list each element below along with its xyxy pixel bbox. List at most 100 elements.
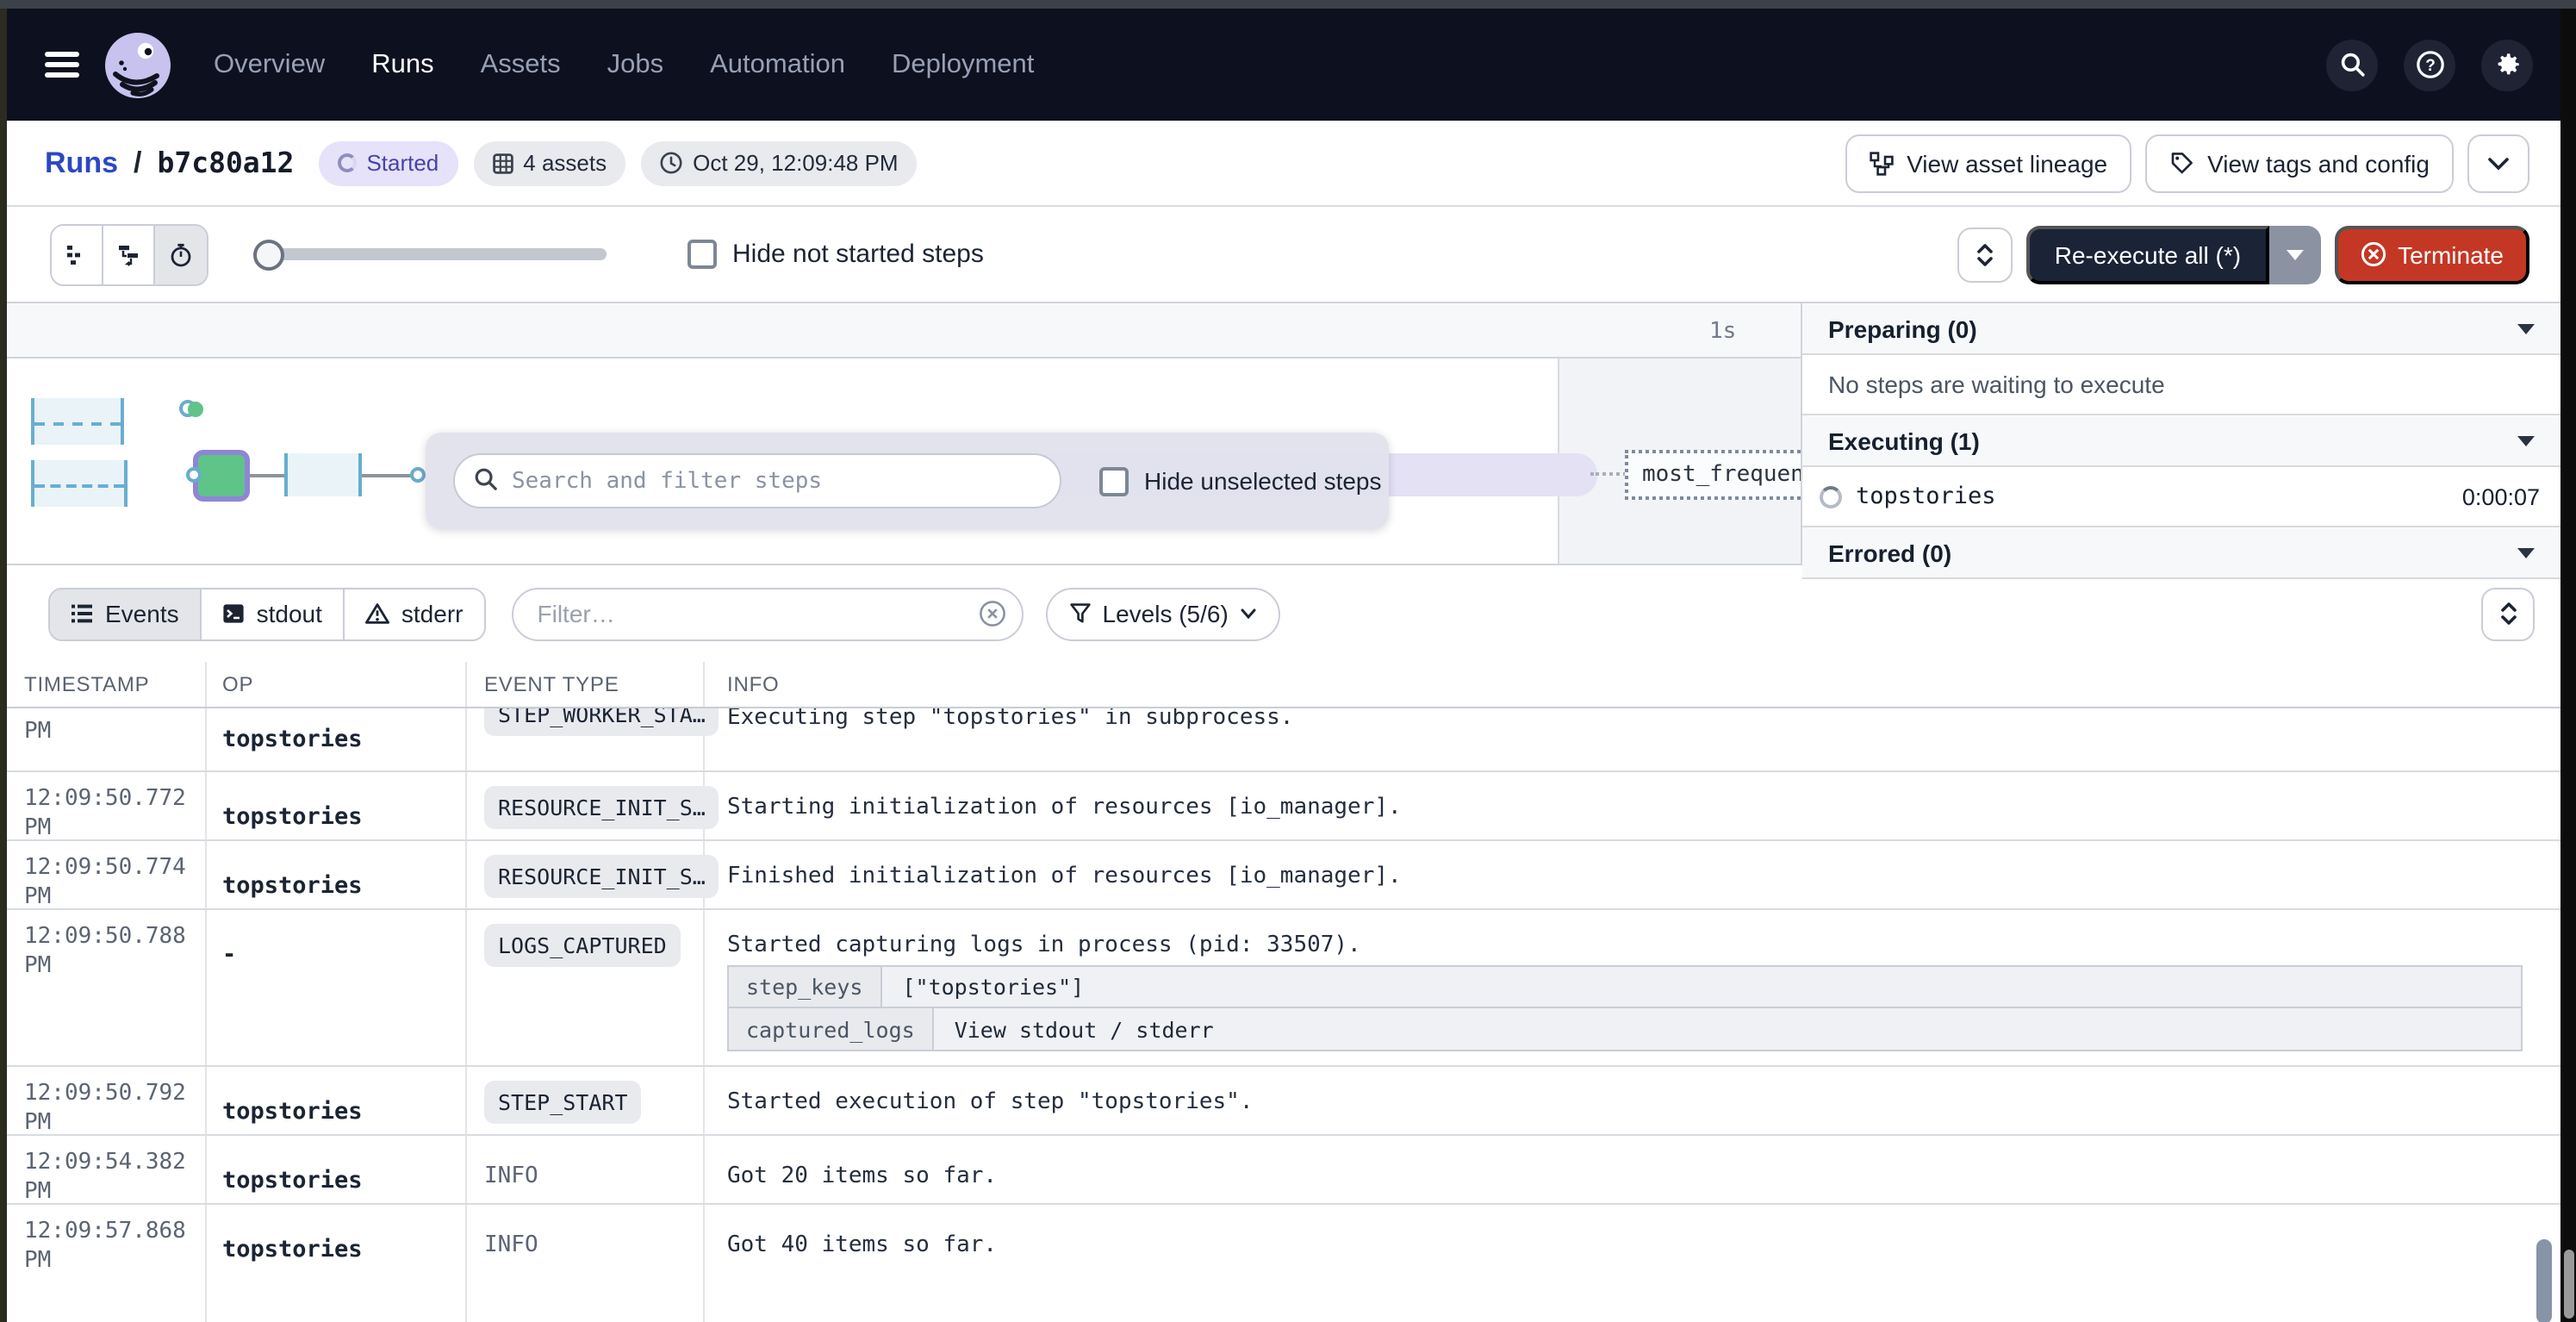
status-spinner-icon (337, 153, 356, 172)
status-badge: Started (318, 140, 457, 185)
settings-gear-icon[interactable] (2481, 39, 2533, 90)
waterfall-icon (116, 242, 140, 266)
event-type-badge: STEP_START (484, 1081, 642, 1124)
expand-log-button[interactable] (2481, 587, 2535, 640)
nav-item-runs[interactable]: Runs (371, 49, 433, 80)
executing-step-row[interactable]: topstories 0:00:07 (1802, 467, 2560, 527)
not-started-step-bar[interactable] (284, 453, 362, 496)
hide-unselected-checkbox[interactable] (1099, 466, 1129, 496)
dagster-logo-icon[interactable] (103, 30, 172, 99)
gantt-chart[interactable]: most_frequent Hide unselected steps (7, 359, 1801, 564)
step-dot-running[interactable] (188, 402, 203, 417)
event-list-icon (71, 603, 93, 624)
caret-down-icon (2286, 249, 2303, 259)
warning-triangle-icon (365, 603, 389, 624)
terminate-button[interactable]: Terminate (2334, 225, 2529, 284)
window-top-edge (0, 0, 2576, 9)
slider-handle[interactable] (253, 239, 284, 270)
reexecute-split-button: Re-execute all (*) (2027, 225, 2320, 284)
flat-view-button[interactable] (52, 225, 103, 284)
log-row[interactable]: 12:09:50.772 PM topstories RESOURCE_INIT… (7, 772, 2560, 841)
col-op: OP (222, 672, 253, 696)
section-preparing[interactable]: Preparing (0) (1802, 303, 2560, 355)
log-row[interactable]: 12:09:57.868 PM topstories INFO Got 40 i… (7, 1205, 2560, 1322)
event-type-badge: RESOURCE_INIT_S… (484, 855, 719, 898)
log-row[interactable]: 12:09:50.7 PM topstories STEP_WORKER_STA… (7, 708, 2560, 772)
preparing-empty-message: No steps are waiting to execute (1802, 355, 2560, 415)
desktop-edge-sliver (0, 9, 7, 1322)
breadcrumb: Runs / b7c80a12 (45, 146, 294, 180)
view-asset-lineage-button[interactable]: View asset lineage (1845, 134, 2131, 192)
hide-not-started-checkbox[interactable] (688, 240, 717, 269)
log-row[interactable]: 12:09:54.382 PM topstories INFO Got 20 i… (7, 1136, 2560, 1205)
chevron-down-icon (2517, 547, 2535, 558)
clear-filter-icon[interactable] (979, 599, 1006, 627)
log-row[interactable]: 12:09:50.774 PM topstories RESOURCE_INIT… (7, 841, 2560, 910)
view-tags-config-button[interactable]: View tags and config (2145, 134, 2454, 192)
gantt-toolbar: Hide not started steps Re-execute all (*… (7, 207, 2560, 303)
event-log-panel: Events stdout stderr Levels (5 (7, 564, 2560, 1322)
metadata-row: step_keys ["topstories"] (729, 967, 2521, 1008)
log-table-header: TIMESTAMP OP EVENT TYPE INFO (7, 662, 2560, 708)
nav-item-deployment[interactable]: Deployment (892, 49, 1034, 80)
step-search-input[interactable] (453, 453, 1061, 508)
tab-events[interactable]: Events (50, 589, 202, 639)
window-scrollbar[interactable] (2560, 9, 2576, 1322)
expand-collapse-icon (2499, 602, 2517, 626)
waterfall-view-button[interactable] (103, 225, 155, 284)
reexecute-dropdown-button[interactable] (2268, 225, 2320, 284)
log-row[interactable]: 12:09:50.788 PM - LOGS_CAPTURED Started … (7, 910, 2560, 1067)
event-type-badge: STEP_WORKER_STA… (484, 708, 719, 736)
log-scrollbar-thumb[interactable] (2536, 1239, 2552, 1322)
col-event-type: EVENT TYPE (484, 672, 619, 696)
more-actions-button[interactable] (2467, 134, 2529, 192)
captured-logs-link[interactable]: View stdout / stderr (934, 1008, 2521, 1050)
start-time-badge: Oct 29, 12:09:48 PM (641, 140, 917, 185)
search-icon[interactable] (2326, 39, 2378, 90)
terminal-icon (222, 603, 245, 624)
help-icon[interactable]: ? (2404, 39, 2455, 90)
log-row[interactable]: 12:09:50.792 PM topstories STEP_START St… (7, 1067, 2560, 1136)
clock-icon (660, 152, 682, 174)
slider-track[interactable] (253, 248, 607, 260)
event-type-label: INFO (484, 1163, 538, 1189)
not-started-step-bar[interactable] (31, 460, 128, 507)
breadcrumb-runs-link[interactable]: Runs (45, 146, 118, 180)
col-timestamp: TIMESTAMP (24, 672, 149, 696)
run-controls: Re-execute all (*) Terminate (1958, 225, 2529, 284)
metadata-value: ["topstories"] (881, 967, 2521, 1007)
tab-stderr[interactable]: stderr (345, 589, 484, 639)
assets-badge[interactable]: 4 assets (473, 140, 625, 185)
hide-not-started-label: Hide not started steps (732, 240, 984, 269)
filter-funnel-icon (1070, 603, 1091, 624)
expand-panel-button[interactable] (1958, 227, 2013, 282)
not-started-step-bar[interactable] (31, 398, 124, 445)
window-scrollbar-thumb[interactable] (2563, 1250, 2573, 1319)
reexecute-all-button[interactable]: Re-execute all (*) (2027, 225, 2268, 284)
gantt-zoom-slider[interactable] (253, 239, 607, 270)
menu-icon[interactable] (45, 47, 79, 84)
levels-dropdown[interactable]: Levels (5/6) (1046, 587, 1280, 640)
nav-item-assets[interactable]: Assets (481, 49, 561, 80)
edge-endpoint (410, 467, 426, 483)
step-state-panel: Preparing (0) No steps are waiting to ex… (1801, 303, 2560, 564)
chevron-down-icon (2517, 435, 2535, 446)
section-errored[interactable]: Errored (0) (1802, 527, 2560, 579)
section-executing[interactable]: Executing (1) (1802, 415, 2560, 467)
cancel-circle-icon (2360, 241, 2386, 267)
event-type-badge: RESOURCE_INIT_S… (484, 786, 719, 829)
flat-list-icon (65, 242, 89, 266)
nav-item-automation[interactable]: Automation (710, 49, 845, 80)
nav-item-jobs[interactable]: Jobs (607, 49, 664, 80)
run-actions: View asset lineage View tags and config (1845, 134, 2529, 192)
tab-stdout[interactable]: stdout (202, 589, 345, 639)
gantt-view-switcher (50, 223, 208, 285)
tag-icon (2169, 151, 2193, 175)
stopwatch-icon (169, 242, 193, 266)
chevron-down-icon (2488, 156, 2509, 170)
search-icon (474, 467, 498, 491)
pending-step-box[interactable]: most_frequent (1625, 450, 1801, 500)
nav-item-overview[interactable]: Overview (214, 49, 325, 80)
log-filter-input[interactable] (512, 587, 1024, 640)
timing-view-button[interactable] (155, 225, 207, 284)
